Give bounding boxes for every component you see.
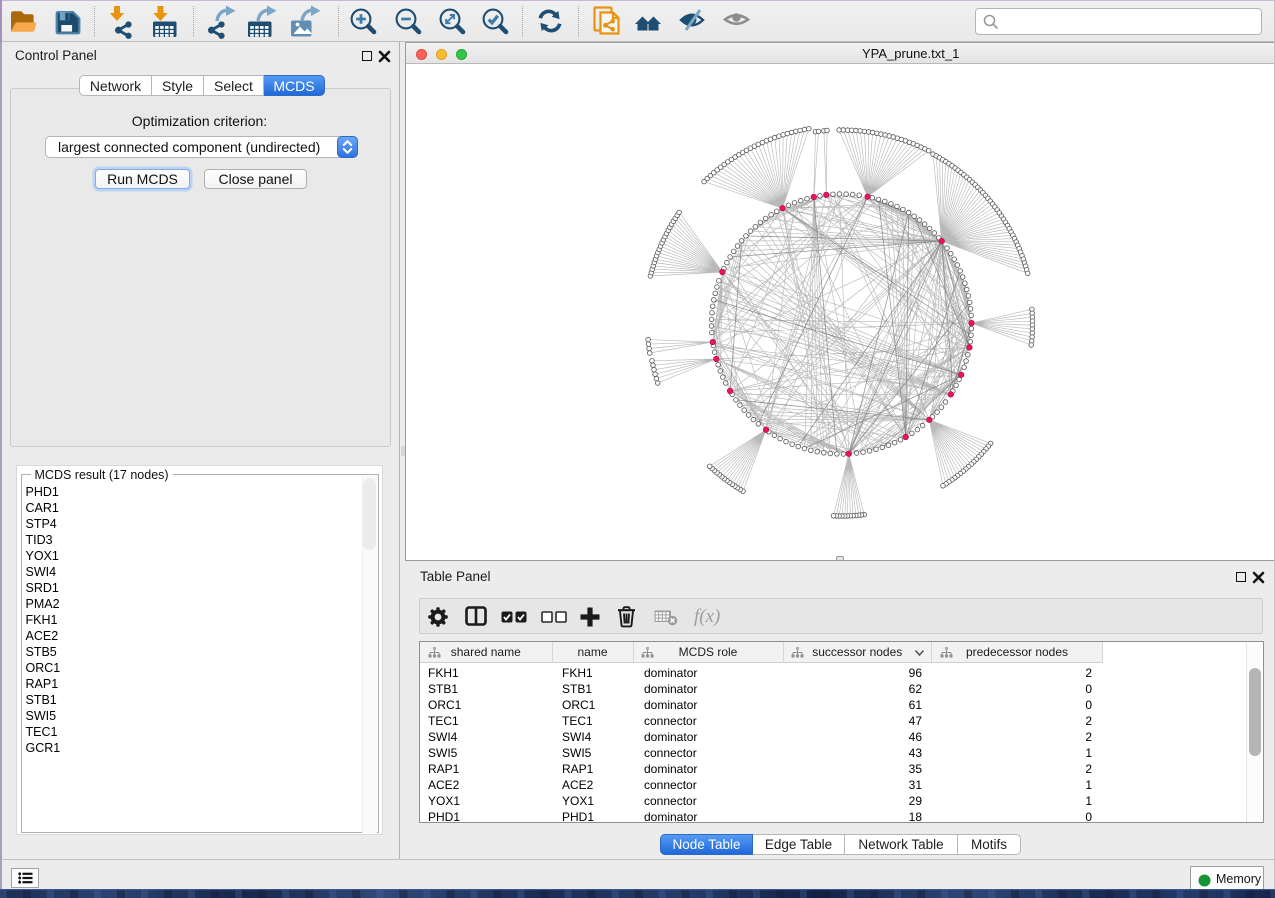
svg-text:f(x): f(x) xyxy=(694,606,720,627)
